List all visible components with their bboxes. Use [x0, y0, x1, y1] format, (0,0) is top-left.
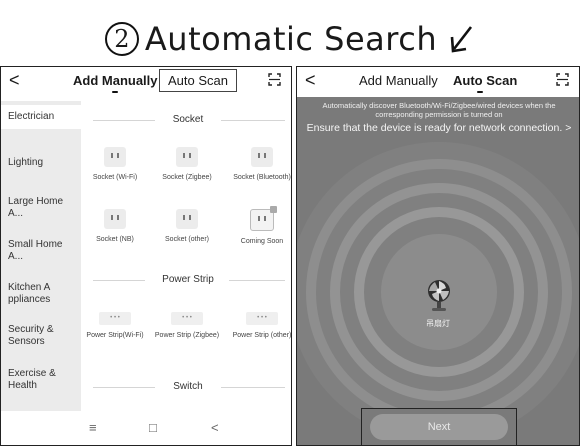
ready-check-link[interactable]: Ensure that the device is ready for netw… — [299, 122, 579, 134]
sidebar-item-exercise[interactable]: Exercise & Health — [8, 368, 78, 392]
system-nav-bar: ≡ □ < — [1, 412, 291, 445]
device-socket-bluetooth[interactable]: Socket (Bluetooth) — [228, 147, 291, 182]
socket-icon — [176, 209, 198, 229]
back-icon[interactable]: < — [305, 70, 316, 91]
page-heading: 2 Automatic Search — [0, 14, 580, 64]
tab-add-manually[interactable]: Add Manually — [73, 73, 158, 88]
device-socket-other[interactable]: Socket (other) — [153, 209, 221, 244]
section-title-switch: Switch — [173, 381, 203, 392]
tab-auto-scan[interactable]: Auto Scan — [159, 69, 237, 92]
sidebar-item-security[interactable]: Security & Sensors — [8, 324, 78, 348]
arrow-down-left-icon — [450, 26, 473, 53]
scan-radar-rings — [297, 142, 579, 442]
divider — [221, 387, 285, 388]
section-title-socket: Socket — [172, 114, 204, 125]
socket-icon — [104, 209, 126, 229]
manual-add-screen: < Add Manually Auto Scan Electrician Lig… — [0, 66, 292, 446]
power-strip-icon — [246, 312, 278, 325]
header: < Add Manually Auto Scan — [297, 67, 579, 97]
sidebar-item-electrician[interactable]: Electrician — [1, 105, 81, 129]
nav-back-icon[interactable]: < — [211, 420, 219, 435]
sidebar-item-small-home[interactable]: Small Home A... — [8, 239, 78, 263]
sidebar-item-kitchen[interactable]: Kitchen A ppliances — [8, 282, 78, 306]
step-number: 2 — [104, 22, 139, 56]
socket-icon — [104, 147, 126, 167]
socket-icon — [176, 147, 198, 167]
sidebar-item-large-home[interactable]: Large Home A... — [8, 196, 78, 220]
home-icon[interactable]: □ — [149, 420, 157, 435]
menu-icon[interactable]: ≡ — [89, 420, 97, 435]
socket-icon — [251, 147, 273, 167]
section-title-power-strip: Power Strip — [162, 274, 214, 285]
divider — [93, 387, 155, 388]
permission-note: Automatically discover Bluetooth/Wi-Fi/Z… — [322, 101, 556, 119]
divider — [229, 280, 285, 281]
category-sidebar: Electrician Lighting Large Home A... Sma… — [1, 101, 81, 411]
device-power-strip-zigbee[interactable]: Power Strip (Zigbee) — [153, 309, 221, 340]
device-socket-zigbee[interactable]: Socket (Zigbee) — [153, 147, 221, 182]
header: < Add Manually Auto Scan — [1, 67, 291, 97]
back-icon[interactable]: < — [9, 70, 20, 91]
sidebar-item-lighting[interactable]: Lighting — [8, 157, 78, 169]
device-power-strip-wifi[interactable]: Power Strip(Wi-Fi) — [81, 309, 149, 340]
scan-icon[interactable] — [556, 73, 569, 86]
active-tab-indicator — [477, 91, 483, 93]
tab-auto-scan[interactable]: Auto Scan — [453, 73, 517, 88]
next-button[interactable]: Next — [370, 414, 508, 440]
coming-soon-icon — [250, 206, 277, 231]
divider — [93, 120, 155, 121]
auto-scan-screen: < Add Manually Auto Scan Automatically d… — [296, 66, 580, 446]
next-button-highlight: Next — [361, 408, 517, 445]
power-strip-icon — [171, 312, 203, 325]
device-socket-wifi[interactable]: Socket (Wi-Fi) — [81, 147, 149, 182]
device-socket-nb[interactable]: Socket (NB) — [81, 209, 149, 244]
heading-text: Automatic Search — [144, 20, 438, 58]
tab-add-manually[interactable]: Add Manually — [359, 73, 438, 88]
discovered-device-name: 吊扇灯 — [426, 319, 450, 328]
divider — [221, 120, 285, 121]
device-power-strip-other[interactable]: Power Strip (other) — [228, 309, 291, 340]
active-tab-indicator — [112, 91, 118, 93]
divider — [93, 280, 145, 281]
power-strip-icon — [99, 312, 131, 325]
scan-icon[interactable] — [268, 73, 281, 86]
device-coming-soon[interactable]: Coming Soon — [228, 206, 291, 246]
ceiling-fan-light-icon[interactable] — [426, 279, 452, 315]
